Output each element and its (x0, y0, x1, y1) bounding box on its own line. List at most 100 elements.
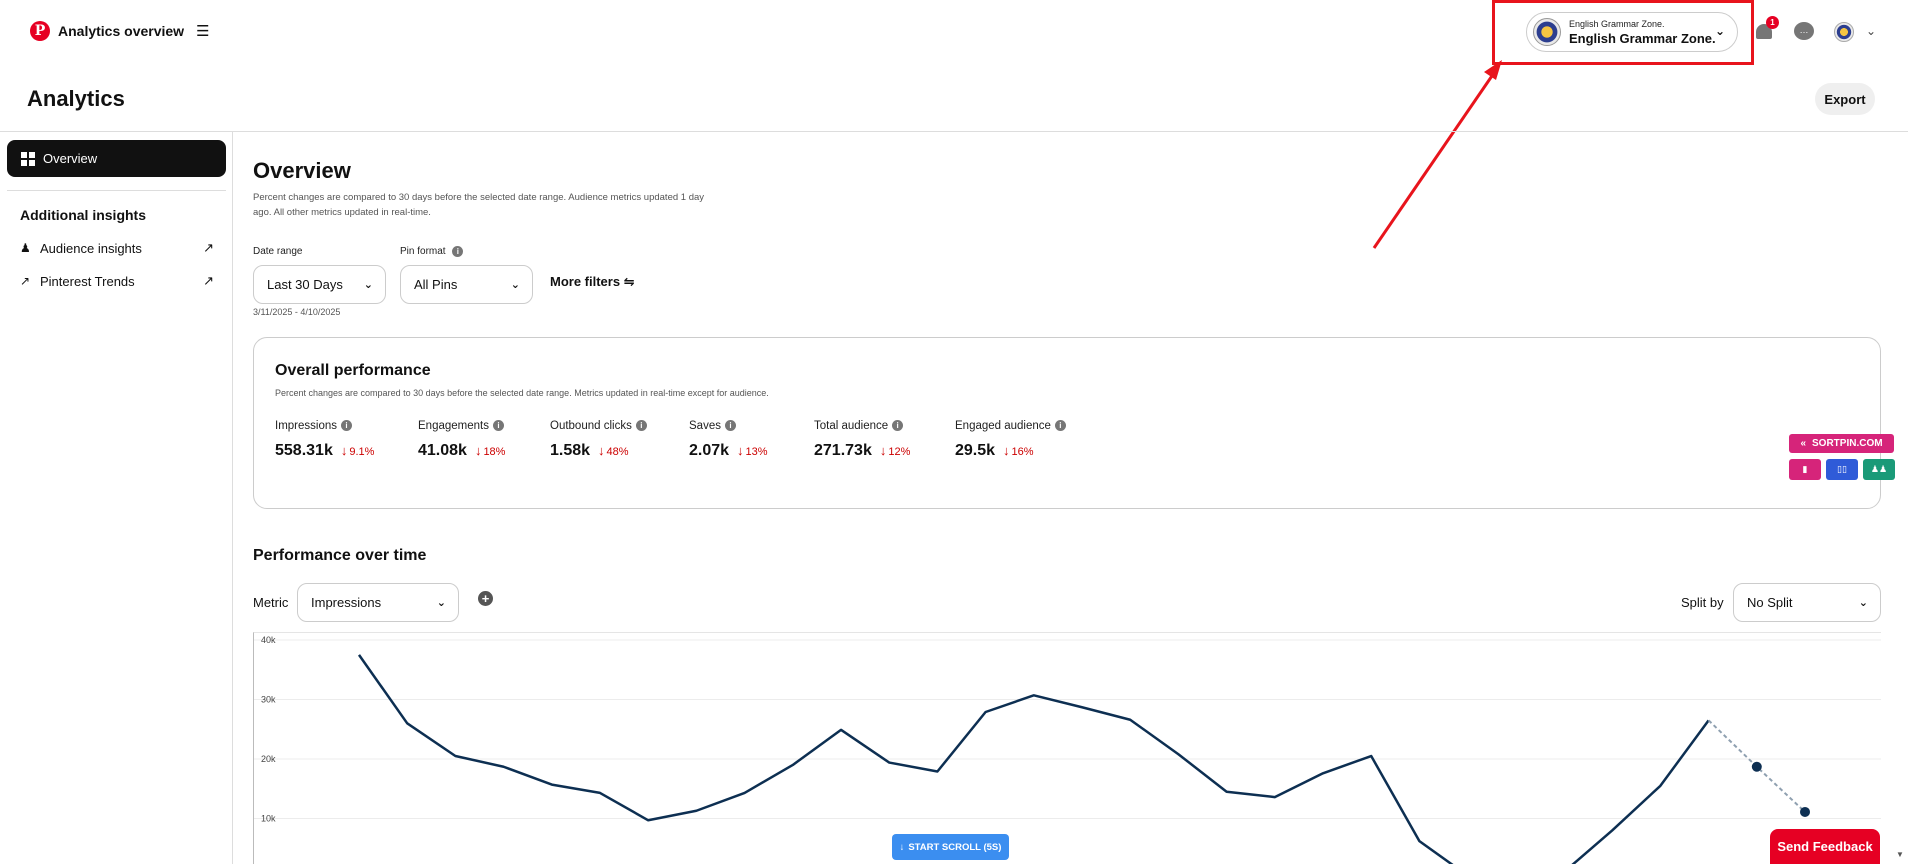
date-range-label: Date range (253, 246, 303, 257)
card-note: Percent changes are compared to 30 days … (275, 388, 769, 398)
metric-label: Total audience (814, 420, 889, 432)
chevron-down-icon: ⌄ (510, 279, 520, 291)
metric-value: 271.73k (814, 442, 872, 459)
pin-format-value: All Pins (414, 277, 458, 292)
external-link-icon: ↗ (203, 273, 214, 288)
arrow-down-icon: ↓ (879, 443, 887, 458)
metric-engaged-audience[interactable]: Engaged audience i 29.5k ↓ 16% (955, 420, 1066, 460)
metric-impressions[interactable]: Impressions i 558.31k ↓ 9.1% (275, 420, 374, 460)
pin-format-select[interactable]: All Pins ⌄ (400, 265, 533, 304)
metric-label: Outbound clicks (550, 420, 632, 432)
metric-engagements[interactable]: Engagements i 41.08k ↓ 18% (418, 420, 505, 460)
more-filters-button[interactable]: More filters ⇋ (550, 274, 635, 290)
y-tick-label: 10k (261, 814, 276, 824)
info-icon[interactable]: i (892, 420, 904, 432)
sidebar-item-overview[interactable]: Overview (7, 140, 226, 177)
double-chevron-left-icon: « (1800, 438, 1806, 449)
divider (0, 131, 1908, 132)
export-button[interactable]: Export (1815, 83, 1875, 115)
person-icon: ♟ (20, 241, 31, 255)
columns-icon[interactable]: ▯▯ (1826, 459, 1858, 480)
pin-format-label-group: Pin format i (400, 246, 464, 258)
sidebar-item-label: Overview (43, 151, 98, 166)
arrow-down-icon: ↓ (737, 443, 744, 458)
date-range-select[interactable]: Last 30 Days ⌄ (253, 265, 386, 304)
metric-select[interactable]: Impressions ⌄ (297, 583, 459, 622)
metric-label: Engagements (418, 420, 489, 432)
sidebar-item-pinterest-trends[interactable]: ↗ Pinterest Trends ↗ (20, 273, 214, 289)
y-tick-label: 40k (261, 635, 276, 645)
arrow-down-icon: ↓ (474, 443, 482, 458)
metric-value: 558.31k (275, 442, 333, 459)
metric-value: 1.58k (550, 442, 591, 459)
sidebar-section-heading: Additional insights (20, 207, 146, 223)
impressions-line-chart[interactable]: 40k 30k 20k 10k (253, 632, 1881, 864)
start-scroll-button[interactable]: ↓ START SCROLL (5S) (892, 834, 1009, 860)
sidebar-item-audience-insights[interactable]: ♟ Audience insights ↗ (20, 240, 214, 256)
metric-outbound-clicks[interactable]: Outbound clicks i 1.58k ↓ 48% (550, 420, 647, 460)
date-range-value: Last 30 Days (267, 277, 343, 292)
metric-change: 13% (745, 446, 768, 458)
metric-select-label: Metric (253, 595, 289, 610)
metric-value: 41.08k (418, 442, 467, 459)
metric-value: 2.07k (689, 442, 730, 459)
sidebar-item-label: Pinterest Trends (40, 273, 135, 289)
metric-change: 48% (606, 446, 629, 458)
arrow-down-icon: ↓ (899, 841, 905, 853)
info-icon[interactable]: i (724, 420, 736, 432)
scroll-down-arrow-icon[interactable]: ▼ (1896, 850, 1904, 859)
metric-select-value: Impressions (311, 595, 382, 610)
y-tick-label: 30k (261, 695, 276, 705)
metric-label: Saves (689, 420, 721, 432)
split-by-select[interactable]: No Split ⌄ (1733, 583, 1881, 622)
info-icon[interactable]: i (635, 420, 647, 432)
start-scroll-label: START SCROLL (5S) (908, 841, 1002, 853)
more-filters-label: More filters (550, 274, 621, 289)
dashboard-icon (21, 151, 35, 166)
split-by-value: No Split (1747, 595, 1793, 610)
performance-over-time-title: Performance over time (253, 547, 427, 564)
overview-title: Overview (253, 158, 351, 183)
overview-note: Percent changes are compared to 30 days … (253, 192, 705, 218)
chevron-down-icon: ⌄ (363, 279, 373, 291)
sortpin-banner[interactable]: « SORTPIN.COM (1789, 434, 1894, 453)
page-title: Analytics (27, 86, 125, 111)
divider (7, 190, 226, 191)
arrow-down-icon: ↓ (598, 443, 605, 458)
info-icon[interactable]: i (341, 420, 352, 432)
metric-change: 18% (483, 446, 506, 458)
metric-label: Impressions (275, 420, 337, 432)
sidebar-divider (232, 131, 233, 864)
arrow-down-icon: ↓ (1003, 443, 1010, 458)
info-icon[interactable]: i (492, 420, 504, 432)
chevron-down-icon: ⌄ (436, 597, 446, 609)
metric-total-audience[interactable]: Total audience i 271.73k ↓ 12% (814, 420, 910, 460)
send-feedback-button[interactable]: Send Feedback (1770, 829, 1880, 864)
card-title: Overall performance (275, 362, 431, 379)
split-by-label: Split by (1681, 595, 1724, 610)
bookmark-icon[interactable]: ▮ (1789, 459, 1821, 480)
group-icon[interactable]: ♟♟ (1863, 459, 1895, 480)
filter-sliders-icon: ⇋ (623, 274, 635, 289)
external-link-icon: ↗ (203, 240, 214, 255)
info-icon[interactable]: i (452, 246, 464, 257)
add-metric-icon[interactable]: + (478, 591, 493, 606)
metric-label: Engaged audience (955, 420, 1051, 432)
metric-change: 16% (1011, 446, 1034, 458)
info-icon[interactable]: i (1054, 420, 1066, 432)
metric-saves[interactable]: Saves i 2.07k ↓ 13% (689, 420, 768, 460)
trend-up-icon: ↗ (20, 274, 31, 288)
data-point[interactable] (1751, 761, 1762, 772)
metric-change: 9.1% (349, 446, 375, 458)
y-tick-label: 20k (261, 754, 276, 764)
metric-value: 29.5k (955, 442, 996, 459)
overall-performance-card: Overall performance Percent changes are … (253, 337, 1881, 509)
sidebar-item-label: Audience insights (40, 240, 142, 256)
data-point[interactable] (1800, 806, 1810, 817)
pin-format-label: Pin format (400, 246, 446, 258)
sortpin-label: SORTPIN.COM (1812, 438, 1883, 449)
metric-change: 12% (888, 446, 911, 458)
chevron-down-icon: ⌄ (1858, 597, 1868, 609)
date-range-dates: 3/11/2025 - 4/10/2025 (253, 307, 341, 317)
arrow-down-icon: ↓ (340, 443, 348, 458)
